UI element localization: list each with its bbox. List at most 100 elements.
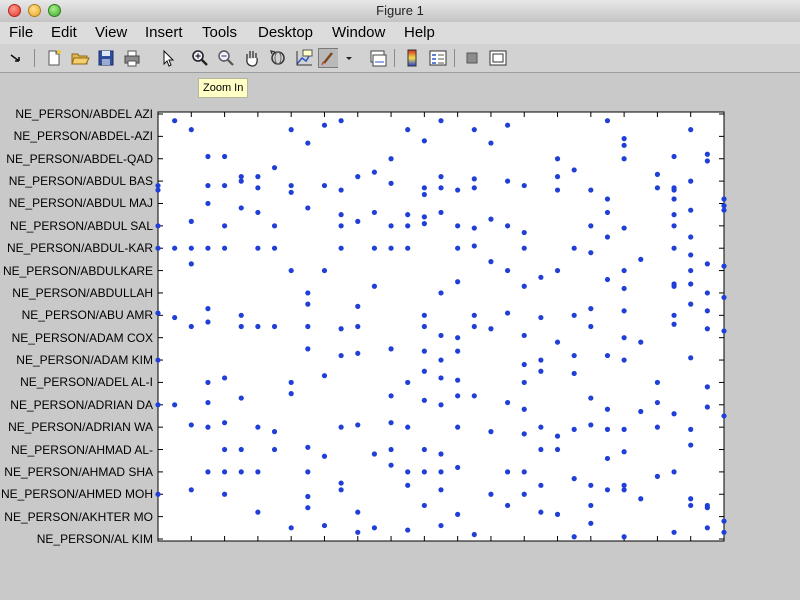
scatter-point <box>438 357 444 363</box>
scatter-point <box>455 279 461 285</box>
scatter-point <box>721 529 727 535</box>
scatter-point <box>604 234 611 240</box>
scatter-point <box>405 223 411 229</box>
scatter-point <box>638 256 644 262</box>
scatter-point <box>288 182 294 189</box>
scatter-point <box>371 283 378 289</box>
scatter-point <box>671 411 677 417</box>
scatter-point <box>571 426 577 432</box>
scatter-point <box>488 326 494 332</box>
scatter-point <box>671 223 677 229</box>
scatter-point <box>421 185 427 191</box>
scatter-point <box>288 525 294 531</box>
scatter-point <box>155 310 161 316</box>
scatter-point <box>271 429 278 435</box>
scatter-point <box>205 424 211 430</box>
y-tick-label: NE_PERSON/ABDUL BAS <box>8 174 153 189</box>
scatter-point <box>621 142 627 148</box>
scatter-point <box>654 399 661 406</box>
scatter-point <box>221 245 228 251</box>
scatter-point <box>355 303 361 309</box>
scatter-point <box>188 218 194 224</box>
scatter-point <box>172 245 178 251</box>
scatter-point <box>604 118 611 124</box>
scatter-point <box>688 301 694 307</box>
scatter-point <box>721 203 727 209</box>
scatter-point <box>521 361 527 368</box>
y-tick-label: NE_PERSON/ABDUL MAJ <box>8 196 153 211</box>
scatter-point <box>521 245 527 251</box>
scatter-point <box>721 328 727 334</box>
scatter-point <box>604 276 611 283</box>
scatter-point <box>321 522 328 529</box>
scatter-point <box>504 122 511 128</box>
scatter-point <box>355 529 361 535</box>
scatter-point <box>688 496 694 502</box>
scatter-point <box>688 207 694 213</box>
scatter-point <box>188 487 194 493</box>
scatter-point <box>305 505 311 511</box>
scatter-point <box>405 527 411 533</box>
scatter-point <box>504 469 511 475</box>
scatter-point <box>588 482 594 488</box>
scatter-point <box>654 185 661 191</box>
scatter-point <box>721 263 727 269</box>
scatter-point <box>271 446 278 453</box>
scatter-point <box>704 308 710 314</box>
scatter-point <box>488 429 494 435</box>
scatter-point <box>221 420 228 426</box>
scatter-point <box>388 180 394 186</box>
scatter-point <box>221 469 228 475</box>
scatter-point <box>205 319 211 325</box>
scatter-point <box>188 422 194 428</box>
scatter-point <box>438 522 444 529</box>
scatter-point <box>704 326 710 332</box>
scatter-point <box>438 118 444 124</box>
scatter-point <box>671 469 677 475</box>
y-tick-label: NE_PERSON/ABDEL AZI <box>15 107 153 121</box>
scatter-point <box>205 469 211 475</box>
scatter-point <box>704 505 710 511</box>
scatter-point <box>604 196 611 202</box>
scatter-point <box>338 118 344 124</box>
scatter-point <box>238 174 244 180</box>
scatter-point <box>205 245 211 251</box>
scatter-point <box>538 482 544 488</box>
scatter-point <box>688 127 694 133</box>
scatter-point <box>421 191 427 198</box>
scatter-point <box>205 379 211 386</box>
scatter-point <box>305 346 311 352</box>
scatter-point <box>538 274 544 280</box>
scatter-point <box>238 323 244 330</box>
scatter-point <box>621 534 627 540</box>
scatter-point <box>255 323 261 330</box>
scatter-point <box>172 118 178 124</box>
scatter-point <box>338 480 344 486</box>
scatter-point <box>455 245 461 251</box>
scatter-point <box>538 314 544 321</box>
scatter-point <box>671 245 677 251</box>
scatter-point <box>405 379 411 386</box>
scatter-point <box>571 167 577 173</box>
scatter-point <box>588 250 594 256</box>
scatter-point <box>588 306 594 312</box>
scatter-point <box>604 487 611 493</box>
scatter-point <box>388 393 394 399</box>
scatter-point <box>221 223 228 229</box>
scatter-point <box>654 424 661 430</box>
scatter-point <box>671 529 677 535</box>
scatter-point <box>688 252 694 258</box>
scatter-point <box>388 346 394 352</box>
scatter-point <box>554 446 561 453</box>
scatter-point <box>504 267 511 274</box>
scatter-point <box>455 393 461 399</box>
scatter-point <box>571 476 577 482</box>
scatter-point <box>571 534 577 540</box>
scatter-point <box>288 127 294 133</box>
scatter-point <box>471 323 477 330</box>
scatter-point <box>604 426 611 432</box>
scatter-point <box>188 245 194 251</box>
scatter-point <box>421 368 427 374</box>
scatter-point <box>654 379 661 386</box>
scatter-point <box>688 502 694 509</box>
